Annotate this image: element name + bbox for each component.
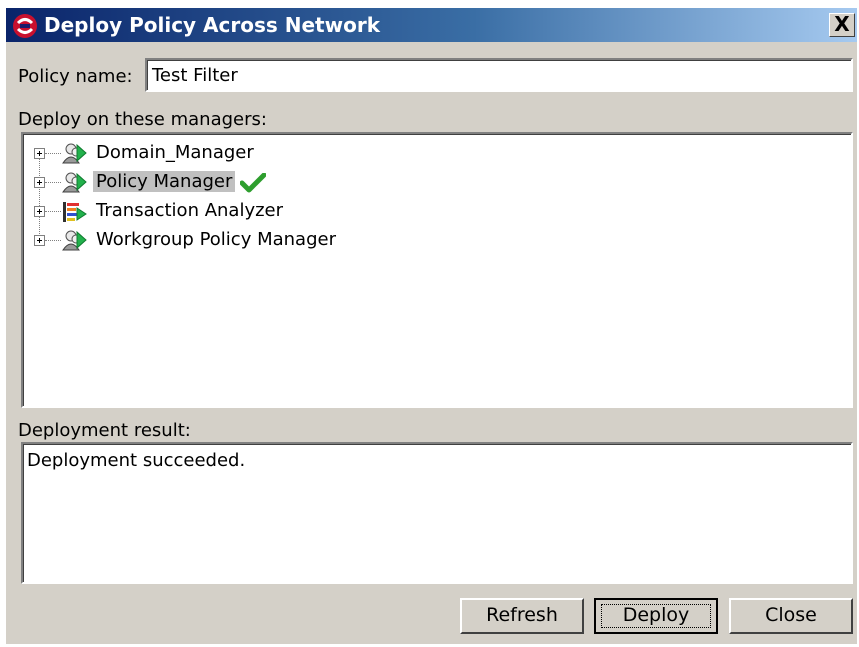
policy-name-label: Policy name:	[18, 66, 133, 87]
tree-item-label: Policy Manager	[93, 171, 236, 192]
close-icon[interactable]: X	[829, 13, 855, 37]
close-button[interactable]: Close	[729, 598, 853, 634]
expand-icon[interactable]	[34, 206, 45, 217]
tree-item-label: Transaction Analyzer	[96, 200, 284, 221]
deployment-result-area[interactable]: Deployment succeeded.	[21, 442, 853, 584]
tree-item-policy-manager[interactable]: Policy Manager	[23, 169, 423, 197]
deploy-button-label: Deploy	[622, 604, 690, 626]
policy-name-value: Test Filter	[152, 65, 238, 86]
manager-icon	[62, 172, 87, 193]
expand-icon[interactable]	[34, 148, 45, 159]
policy-name-field[interactable]: Test Filter	[145, 58, 853, 92]
analyzer-icon	[63, 202, 87, 222]
expand-icon[interactable]	[34, 235, 45, 246]
managers-tree[interactable]: Domain_Manager Policy Manager Transactio…	[21, 132, 853, 408]
deploy-button[interactable]: Deploy	[594, 598, 718, 634]
expand-icon[interactable]	[34, 177, 45, 188]
tree-item-label: Workgroup Policy Manager	[96, 229, 336, 250]
manager-icon	[62, 143, 87, 164]
close-button-label: Close	[765, 604, 817, 626]
refresh-button[interactable]: Refresh	[460, 598, 584, 634]
tree-item-workgroup-policy-manager[interactable]: Workgroup Policy Manager	[23, 227, 423, 255]
manager-icon	[62, 230, 87, 251]
refresh-button-label: Refresh	[486, 604, 558, 626]
result-text: Deployment succeeded.	[27, 450, 246, 471]
app-logo-icon	[13, 14, 37, 38]
result-label: Deployment result:	[18, 420, 191, 441]
tree-item-domain-manager[interactable]: Domain_Manager	[23, 140, 423, 168]
tree-item-transaction-analyzer[interactable]: Transaction Analyzer	[23, 198, 423, 226]
deploy-policy-dialog: Deploy Policy Across Network X Policy na…	[6, 8, 857, 644]
managers-label: Deploy on these managers:	[18, 109, 267, 130]
checkmark-icon	[240, 173, 266, 193]
title-bar[interactable]: Deploy Policy Across Network X	[6, 8, 857, 42]
window-title: Deploy Policy Across Network	[44, 13, 380, 37]
tree-item-label: Domain_Manager	[96, 142, 254, 163]
